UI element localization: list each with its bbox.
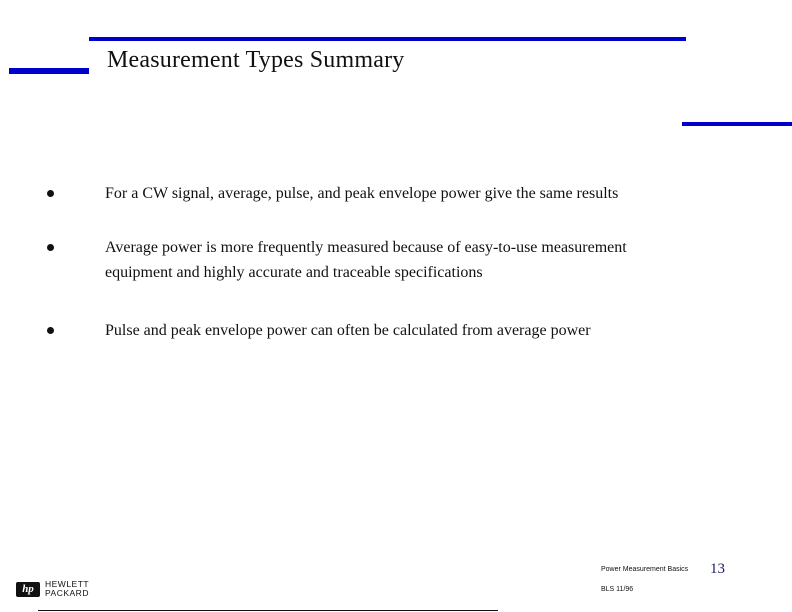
hp-logo: hp HEWLETT PACKARD [16, 580, 89, 598]
bullet-text: Pulse and peak envelope power can often … [105, 322, 591, 339]
hp-logo-icon: hp [16, 581, 40, 597]
bullet-text: Average power is more frequently measure… [105, 239, 627, 281]
hp-logo-line2: PACKARD [45, 588, 89, 598]
title-rule-top [89, 37, 686, 41]
hp-logo-text: HEWLETT PACKARD [45, 580, 89, 598]
bullet-text: For a CW signal, average, pulse, and pea… [105, 185, 619, 202]
bullet-dot-icon [47, 244, 54, 251]
bullet-dot-icon [47, 327, 54, 334]
footer-code: BLS 11/96 [601, 586, 634, 593]
footer-rule [38, 610, 498, 611]
title-rule-right [682, 122, 792, 126]
title-rule-left [9, 68, 89, 74]
page-number: 13 [710, 561, 725, 577]
bullet-dot-icon [47, 190, 54, 197]
slide-title: Measurement Types Summary [107, 47, 405, 73]
footer-course-title: Power Measurement Basics [601, 566, 689, 573]
